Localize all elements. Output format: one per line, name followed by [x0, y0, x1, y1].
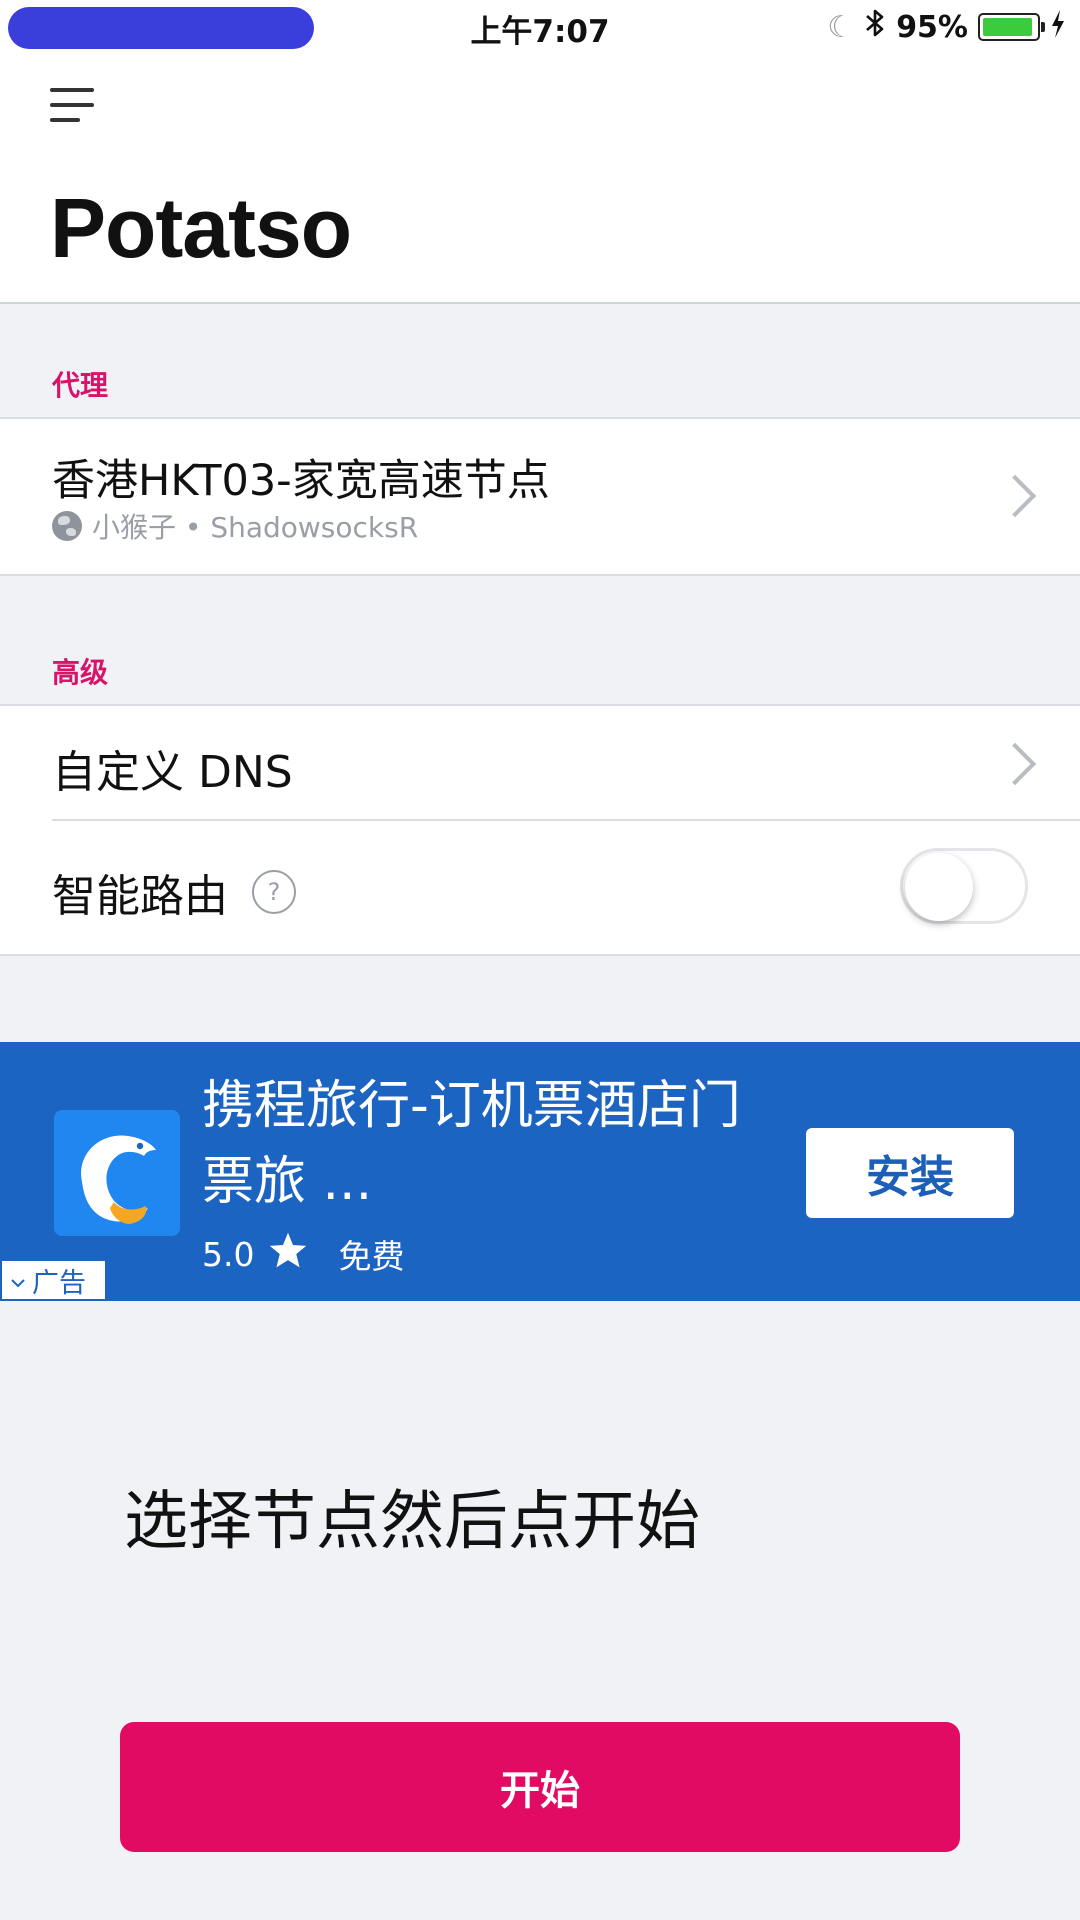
smart-routing-toggle[interactable] — [900, 848, 1028, 924]
smart-routing-label: 智能路由 — [52, 871, 228, 922]
ad-choices-tag[interactable]: 广告 — [0, 1259, 107, 1301]
proxy-name: 香港HKT03-家宽高速节点 — [52, 456, 550, 506]
ad-title: 携程旅行-订机票酒店门票旅 ... — [202, 1076, 741, 1212]
ad-rating: 5.0 免费 — [202, 1230, 404, 1278]
menu-line — [50, 103, 94, 107]
battery-fill — [983, 18, 1032, 36]
section-label-advanced: 高级 — [52, 656, 109, 689]
menu-line — [50, 88, 94, 92]
instruction-text: 选择节点然后点开始 — [124, 1485, 700, 1559]
custom-dns-item[interactable]: 自定义 DNS — [52, 736, 293, 800]
install-button[interactable]: 安装 — [806, 1128, 1014, 1218]
ad-tag-label: 广告 — [32, 1267, 86, 1299]
page-title: Potatso — [50, 181, 352, 275]
battery-icon — [978, 13, 1045, 41]
ctrip-dolphin-logo — [54, 1110, 180, 1236]
help-icon[interactable]: ? — [252, 870, 296, 914]
status-right-icons: ☾ 95% — [827, 6, 1066, 48]
battery-percent: 95% — [896, 9, 968, 45]
smart-routing-row: 智能路由 ? — [52, 860, 296, 924]
hamburger-menu-icon[interactable] — [50, 88, 94, 124]
ad-rating-value: 5.0 — [202, 1234, 255, 1274]
star-icon — [268, 1231, 308, 1277]
toggle-knob — [905, 853, 973, 921]
proxy-subtitle-text: 小猴子 • ShadowsocksR — [92, 511, 419, 544]
menu-line — [50, 118, 80, 122]
moon-icon: ☾ — [827, 9, 855, 45]
chevron-down-icon — [10, 1265, 26, 1296]
battery-nub — [1041, 22, 1045, 32]
charging-bolt-icon — [1050, 9, 1066, 46]
divider — [52, 819, 1080, 821]
bluetooth-icon — [864, 7, 886, 47]
ad-price: 免费 — [338, 1237, 405, 1276]
proxy-subtitle: 小猴子 • ShadowsocksR — [52, 506, 418, 546]
section-label-proxy: 代理 — [52, 369, 109, 402]
globe-icon — [52, 511, 82, 541]
start-button[interactable]: 开始 — [120, 1722, 960, 1852]
